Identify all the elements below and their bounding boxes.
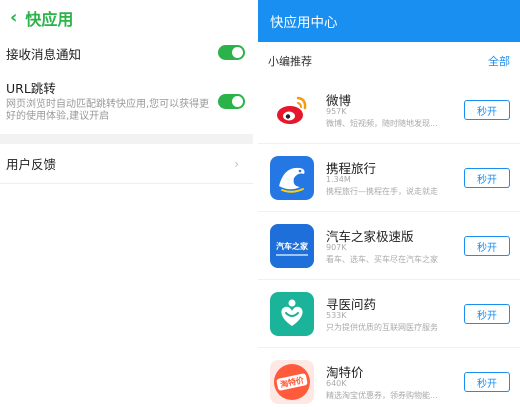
see-all-link[interactable]: 全部 [488,53,510,69]
app-size: 1.34M [326,175,351,184]
autohome-logo-text: 汽车之家 [276,241,309,251]
app-item-taotejia[interactable]: 淘特价 淘特价 640K 精选淘宝优惠券，领券购物能... 秒开 [258,348,520,410]
section-divider [0,134,253,144]
taotejia-icon: 淘特价 [270,360,314,404]
app-item-autohome[interactable]: 汽车之家 汽车之家极速版 907K 看车、选车、买车尽在汽车之家 秒开 [258,212,520,280]
instant-open-button[interactable]: 秒开 [464,100,510,120]
feedback-label: 用户反馈 [6,157,57,172]
settings-header: ‹ 快应用 [0,0,253,36]
weibo-icon [270,88,314,132]
app-size: 957K [326,107,347,116]
app-list: 微博 957K 微博、短视频，随时随地发现... 秒开 携程旅行 1.34M 携… [258,76,520,410]
instant-open-button[interactable]: 秒开 [464,304,510,324]
section-title: 小编推荐 [268,55,312,68]
app-description: 携程旅行—携程在手，说走就走 [326,187,438,196]
app-description: 微博、短视频，随时随地发现... [326,119,438,128]
app-item-ctrip[interactable]: 携程旅行 1.34M 携程旅行—携程在手，说走就走 秒开 [258,144,520,212]
instant-open-button[interactable]: 秒开 [464,372,510,392]
url-jump-description: 网页浏览时自动匹配跳转快应用,您可以获得更好的使用体验,建议开启 [6,99,210,122]
notify-toggle[interactable] [218,45,245,60]
app-item-medical[interactable]: 寻医问药 533K 只为提供优质的互联网医疗服务 秒开 [258,280,520,348]
url-jump-label: URL跳转 [6,81,56,96]
app-item-weibo[interactable]: 微博 957K 微博、短视频，随时随地发现... 秒开 [258,76,520,144]
medical-icon [270,292,314,336]
instant-open-button[interactable]: 秒开 [464,236,510,256]
url-jump-toggle[interactable] [218,94,245,109]
feedback-row[interactable]: 用户反馈 › [0,144,253,184]
instant-open-button[interactable]: 秒开 [464,168,510,188]
quick-app-center-panel: 快应用中心 小编推荐 全部 微博 957K 微博、短视频，随时随地发现... 秒… [258,0,520,410]
center-header: 快应用中心 [258,0,520,42]
back-arrow-icon[interactable]: ‹ [10,9,17,27]
notify-setting-row: 接收消息通知 [0,38,253,68]
toggle-knob [232,96,243,107]
url-jump-setting-row: URL跳转 网页浏览时自动匹配跳转快应用,您可以获得更好的使用体验,建议开启 [0,78,253,134]
app-description: 只为提供优质的互联网医疗服务 [326,323,438,332]
autohome-icon: 汽车之家 [270,224,314,268]
page-title: 快应用 [25,10,74,29]
notify-label: 接收消息通知 [6,46,82,62]
recommend-section-header: 小编推荐 全部 [258,46,520,76]
app-size: 640K [326,379,347,388]
chevron-right-icon: › [234,156,239,171]
ctrip-icon [270,156,314,200]
app-description: 精选淘宝优惠券，领券购物能... [326,391,438,400]
app-size: 907K [326,243,347,252]
app-size: 533K [326,311,347,320]
settings-panel: ‹ 快应用 接收消息通知 URL跳转 网页浏览时自动匹配跳转快应用,您可以获得更… [0,0,253,410]
toggle-knob [232,47,243,58]
center-title: 快应用中心 [270,15,338,31]
app-description: 看车、选车、买车尽在汽车之家 [326,255,438,264]
